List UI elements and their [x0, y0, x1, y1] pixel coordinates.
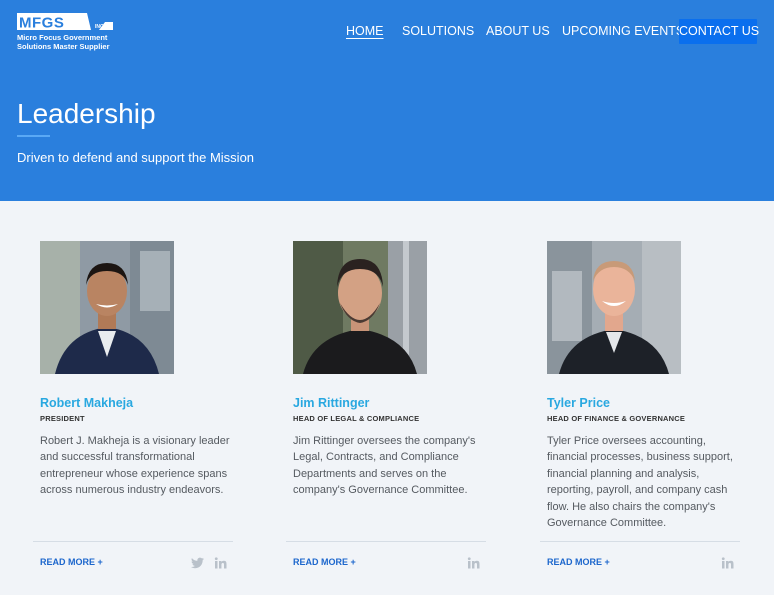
page-title: Leadership [17, 98, 156, 129]
leader-photo [293, 241, 427, 374]
leader-bio: Jim Rittinger oversees the company's Leg… [293, 435, 476, 497]
logo[interactable]: MFGS INC. Micro Focus Government Solutio… [17, 13, 117, 53]
twitter-icon[interactable] [191, 557, 204, 569]
nav-solutions[interactable]: SOLUTIONS [402, 19, 474, 44]
contact-us-label: CONTACT US [679, 24, 760, 38]
contact-us-button[interactable]: CONTACT US [679, 19, 760, 44]
card-divider [286, 541, 486, 542]
card-divider [33, 541, 233, 542]
logo-tagline-line-2: Solutions Master Supplier [17, 42, 110, 51]
read-more-link[interactable]: READ MORE + [547, 556, 610, 568]
page-subtitle: Driven to defend and support the Mission [17, 150, 255, 165]
leader-role: PRESIDENT [40, 414, 85, 423]
logo-tagline: Micro Focus Government Solutions Master … [17, 33, 110, 51]
leader-name[interactable]: Jim Rittinger [293, 396, 369, 411]
leader-role: HEAD OF FINANCE & GOVERNANCE [547, 414, 686, 423]
hero-banner: MFGS INC. Micro Focus Government Solutio… [0, 0, 774, 201]
nav-home[interactable]: HOME [346, 19, 384, 44]
title-underline [17, 135, 50, 137]
nav-upcoming-events[interactable]: UPCOMING EVENTS [562, 19, 684, 44]
read-more-link[interactable]: READ MORE + [293, 556, 356, 568]
svg-text:MFGS: MFGS [19, 15, 64, 31]
linkedin-icon[interactable] [467, 557, 480, 569]
nav-upcoming-events-label: UPCOMING EVENTS [562, 24, 685, 38]
logo-tagline-line-1: Micro Focus Government [17, 33, 108, 42]
linkedin-icon[interactable] [214, 557, 227, 569]
read-more-link[interactable]: READ MORE + [40, 556, 103, 568]
mfgs-logo-icon: MFGS INC. [17, 13, 113, 30]
nav-home-label: HOME [346, 24, 384, 38]
leader-photo [547, 241, 681, 374]
linkedin-icon[interactable] [721, 557, 734, 569]
leader-role: HEAD OF LEGAL & COMPLIANCE [293, 414, 420, 423]
nav-solutions-label: SOLUTIONS [402, 24, 475, 38]
card-divider [540, 541, 740, 542]
nav-about-us-label: ABOUT US [486, 24, 550, 38]
leader-name[interactable]: Robert Makheja [40, 396, 133, 411]
leader-name[interactable]: Tyler Price [547, 396, 610, 411]
leader-bio: Tyler Price oversees accounting, financi… [547, 435, 733, 530]
leader-photo [40, 241, 174, 374]
leader-bio: Robert J. Makheja is a visionary leader … [40, 435, 230, 497]
nav-about-us[interactable]: ABOUT US [486, 19, 550, 44]
svg-text:INC.: INC. [95, 24, 106, 30]
